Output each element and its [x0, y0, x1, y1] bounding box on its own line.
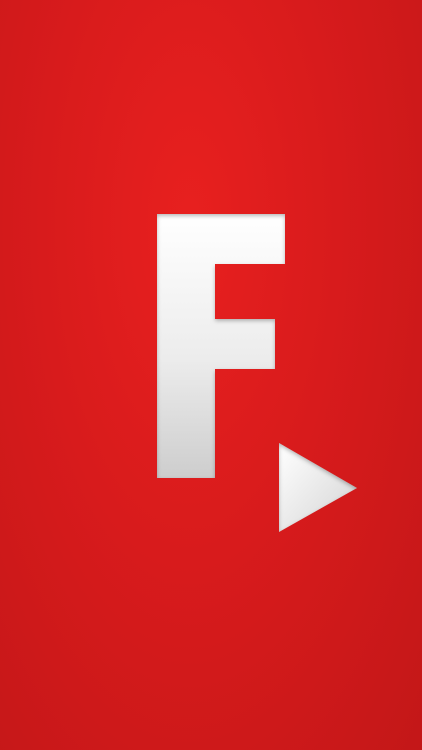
app-logo: [157, 214, 357, 532]
logo-letter-f: [157, 214, 285, 478]
play-icon: [279, 443, 357, 532]
splash-screen: [0, 0, 422, 750]
